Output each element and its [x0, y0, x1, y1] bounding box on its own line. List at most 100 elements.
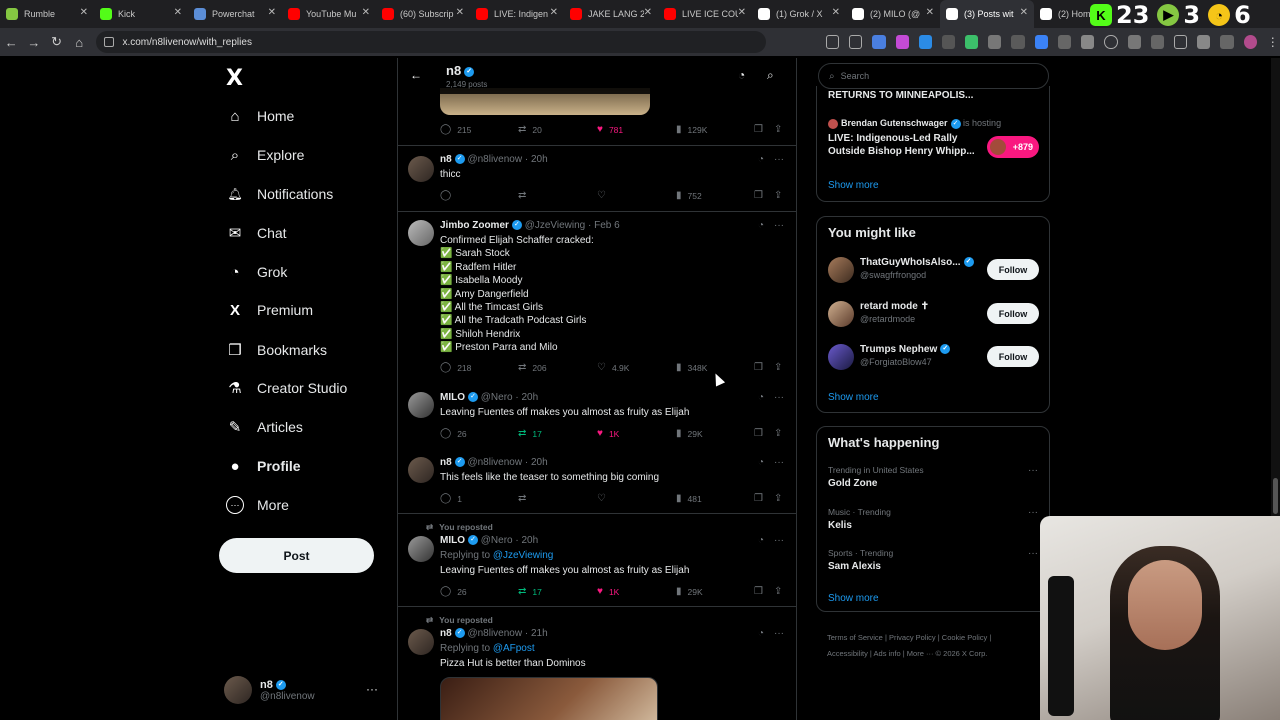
extension-icon[interactable]: [1197, 35, 1211, 49]
bookmark-star-icon[interactable]: [849, 35, 863, 49]
account-switcher[interactable]: n8 ✓ @n8livenow ···: [224, 674, 384, 706]
avatar[interactable]: [408, 392, 434, 418]
avatar[interactable]: [408, 457, 434, 483]
trend-item[interactable]: Trending in United States Gold Zone ···: [828, 465, 1038, 489]
trend-item[interactable]: Sports · Trending Sam Alexis ···: [828, 548, 1038, 572]
footer-link[interactable]: Privacy Policy: [889, 633, 936, 642]
close-icon[interactable]: ✕: [174, 7, 182, 18]
close-icon[interactable]: ✕: [456, 7, 464, 18]
reply-button[interactable]: ◯ 26: [440, 428, 467, 439]
show-more-link[interactable]: Show more: [828, 180, 879, 191]
tab-milo[interactable]: (2) MILO (@ ✕: [846, 0, 940, 28]
grok-icon[interactable]: ◔: [758, 392, 764, 403]
like-button[interactable]: ♥ 1K: [597, 586, 619, 597]
tab-grok[interactable]: (1) Grok / X ✕: [752, 0, 846, 28]
site-info-icon[interactable]: [104, 37, 115, 47]
page-scrollbar[interactable]: [1271, 58, 1280, 516]
live-listener-count[interactable]: +879: [987, 136, 1039, 158]
suggestion-row[interactable]: ThatGuyWhoIsAlso... ✓ @swagfrfrongod Foll…: [817, 257, 1049, 287]
tweet-card[interactable]: n8 ✓ @n8livenow · 20h ◔ ··· thicc ◯ ⇄ ♡ ▮ 7…: [398, 146, 796, 212]
more-dots-icon[interactable]: ···: [774, 392, 784, 403]
extension-icon[interactable]: [1127, 35, 1141, 49]
download-icon[interactable]: [1220, 35, 1234, 49]
like-button[interactable]: ♡: [597, 493, 606, 504]
tweet-card[interactable]: ◯ 215 ⇄ 20 ♥ 781 ▮ 129K ❒ ⇪: [398, 116, 796, 146]
grok-icon[interactable]: ◔: [738, 68, 745, 82]
show-more-link[interactable]: Show more: [828, 392, 879, 403]
share-button[interactable]: ⇪: [774, 428, 782, 439]
footer-link[interactable]: Ads info: [874, 649, 901, 658]
share-button[interactable]: ⇪: [774, 493, 782, 504]
like-button[interactable]: ♡ 4.9K: [597, 362, 629, 373]
url-input[interactable]: x.com/n8livenow/with_replies: [96, 31, 766, 53]
close-icon[interactable]: ✕: [926, 7, 934, 18]
bookmark-button[interactable]: ❒: [754, 362, 763, 373]
bookmark-button[interactable]: ❒: [754, 124, 763, 135]
tab-kick[interactable]: Kick ✕: [94, 0, 188, 28]
more-dots-icon[interactable]: ···: [774, 220, 784, 231]
more-dots-icon[interactable]: ···: [774, 628, 784, 639]
repost-button[interactable]: ⇄: [518, 190, 526, 201]
views-button[interactable]: ▮ 29K: [676, 428, 703, 439]
avatar[interactable]: [408, 536, 434, 562]
devtools-icon[interactable]: [1150, 35, 1164, 49]
footer-link[interactable]: Cookie Policy: [942, 633, 987, 642]
live-host[interactable]: Brendan Gutenschwager ✓ is hosting: [828, 118, 1001, 129]
follow-button[interactable]: Follow: [987, 346, 1039, 367]
tweet-card[interactable]: ⇄ You reposted MILO ✓ @Nero · 20h ◔ ··· Rep…: [398, 514, 796, 607]
avatar[interactable]: [408, 220, 434, 246]
extension-icon[interactable]: [941, 35, 956, 49]
nav-profile[interactable]: ● Profile: [226, 454, 300, 478]
avatar[interactable]: [828, 301, 854, 327]
footer-link[interactable]: Accessibility: [827, 649, 868, 658]
extension-icon[interactable]: [1011, 35, 1025, 49]
cast-icon[interactable]: [825, 35, 840, 49]
tweet-card[interactable]: n8 ✓ @n8livenow · 20h ◔ ··· This feels lik…: [398, 449, 796, 514]
more-dots-icon[interactable]: ···: [774, 154, 784, 165]
close-icon[interactable]: ✕: [644, 7, 652, 18]
tab-powerchat[interactable]: Powerchat ✕: [188, 0, 282, 28]
extension-icon[interactable]: [1057, 35, 1072, 49]
reply-button[interactable]: ◯ 218: [440, 362, 471, 373]
like-button[interactable]: ♡: [597, 190, 606, 201]
reply-button[interactable]: ◯: [440, 190, 451, 201]
more-dots-icon[interactable]: ···: [1028, 507, 1038, 518]
nav-more[interactable]: ⋯ More: [226, 493, 289, 517]
nav-home[interactable]: ⌂ Home: [226, 104, 294, 128]
close-icon[interactable]: ✕: [1020, 7, 1028, 18]
views-button[interactable]: ▮ 129K: [676, 124, 707, 135]
bookmark-button[interactable]: ❒: [754, 428, 763, 439]
tab-live-ice[interactable]: LIVE ICE COU ✕: [658, 0, 752, 28]
views-button[interactable]: ▮ 481: [676, 493, 702, 504]
close-icon[interactable]: ✕: [80, 7, 88, 18]
avatar[interactable]: [828, 257, 854, 283]
repost-button[interactable]: ⇄ 206: [518, 362, 547, 373]
like-button[interactable]: ♥ 781: [597, 124, 623, 135]
extension-icon[interactable]: [872, 35, 886, 49]
repost-button[interactable]: ⇄: [518, 493, 526, 504]
show-more-link[interactable]: Show more: [828, 593, 879, 604]
close-icon[interactable]: ✕: [832, 7, 840, 18]
tweet-card[interactable]: ⇄ You reposted n8 ✓ @n8livenow · 21h ◔ ··· …: [398, 607, 796, 720]
grok-icon[interactable]: ◔: [758, 154, 764, 165]
extension-icon[interactable]: [895, 35, 909, 49]
views-button[interactable]: ▮ 752: [676, 190, 702, 201]
live-title[interactable]: LIVE: Indigenous-Led Rally Outside Bisho…: [828, 132, 978, 158]
repost-button[interactable]: ⇄ 17: [518, 586, 542, 597]
live-topline[interactable]: RETURNS TO MINNEAPOLIS...: [828, 90, 973, 101]
bookmark-button[interactable]: ❒: [754, 586, 763, 597]
trend-item[interactable]: Music · Trending Kelis ···: [828, 507, 1038, 531]
close-icon[interactable]: ✕: [550, 7, 558, 18]
x-logo[interactable]: X: [226, 66, 243, 91]
sidebar-icon[interactable]: [1173, 35, 1188, 49]
more-dots-icon[interactable]: ···: [774, 457, 784, 468]
avatar[interactable]: [408, 156, 434, 182]
follow-button[interactable]: Follow: [987, 303, 1039, 324]
post-button[interactable]: Post: [219, 538, 374, 573]
repost-button[interactable]: ⇄ 20: [518, 124, 542, 135]
search-icon[interactable]: ⌕: [767, 68, 774, 83]
reply-button[interactable]: ◯ 1: [440, 493, 462, 504]
bookmark-button[interactable]: ❒: [754, 190, 763, 201]
history-icon[interactable]: [1104, 35, 1118, 49]
nav-bookmarks[interactable]: ❒ Bookmarks: [226, 338, 327, 362]
